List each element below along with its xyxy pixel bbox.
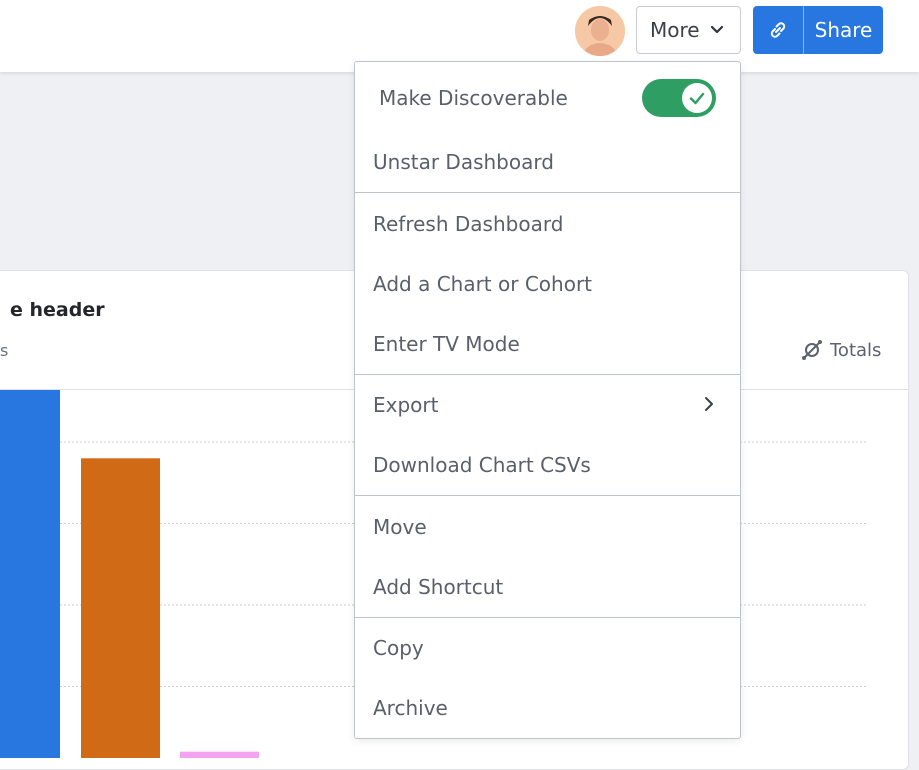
menu-item-add-shortcut[interactable]: Add Shortcut — [373, 575, 503, 599]
totals-toggle[interactable]: Totals — [800, 338, 881, 362]
menu-separator — [355, 192, 740, 193]
chart-subtitle: s — [0, 341, 9, 360]
avatar-portrait-icon — [575, 6, 625, 56]
menu-item-unstar-dashboard[interactable]: Unstar Dashboard — [373, 150, 554, 174]
menu-item-refresh-dashboard[interactable]: Refresh Dashboard — [373, 212, 563, 236]
menu-separator — [355, 617, 740, 618]
make-discoverable-toggle[interactable] — [642, 79, 716, 117]
totals-label: Totals — [830, 339, 882, 361]
make-discoverable-label: Make Discoverable — [379, 86, 568, 110]
chart-title: e header — [10, 299, 105, 321]
menu-item-add-chart-or-cohort[interactable]: Add a Chart or Cohort — [373, 272, 592, 296]
menu-item-archive[interactable]: Archive — [373, 696, 448, 720]
more-button[interactable]: More — [636, 6, 741, 54]
chart-bar[interactable] — [81, 458, 160, 758]
menu-item-move[interactable]: Move — [373, 515, 427, 539]
more-button-label: More — [650, 18, 700, 42]
toggle-knob — [682, 83, 712, 113]
link-icon — [770, 22, 786, 38]
chevron-down-icon — [710, 25, 724, 34]
share-button[interactable]: Share — [753, 6, 883, 54]
menu-separator — [355, 374, 740, 375]
chart-bar[interactable] — [0, 390, 60, 758]
avatar[interactable] — [575, 6, 625, 56]
share-button-label: Share — [814, 18, 873, 42]
chart-bar[interactable] — [180, 751, 259, 758]
menu-item-make-discoverable[interactable]: Make Discoverable — [379, 86, 568, 110]
copy-link-button[interactable] — [753, 6, 804, 54]
menu-item-export[interactable]: Export — [373, 393, 438, 417]
totals-icon — [802, 340, 822, 360]
check-icon — [689, 92, 705, 105]
menu-item-download-chart-csvs[interactable]: Download Chart CSVs — [373, 453, 591, 477]
more-menu: Make Discoverable Unstar Dashboard Refre… — [354, 61, 741, 739]
chevron-right-icon — [705, 397, 713, 411]
menu-separator — [355, 495, 740, 496]
menu-item-enter-tv-mode[interactable]: Enter TV Mode — [373, 332, 520, 356]
menu-item-copy[interactable]: Copy — [373, 636, 424, 660]
